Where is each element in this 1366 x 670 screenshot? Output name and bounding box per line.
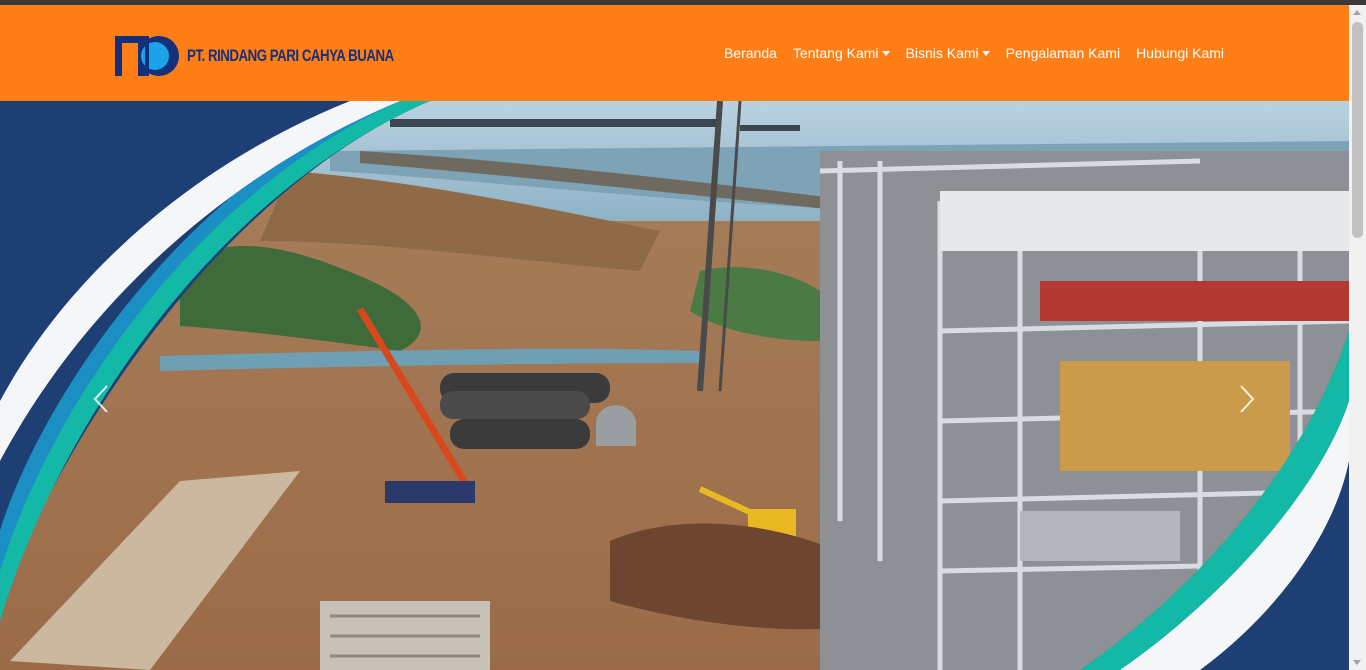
- hero-carousel: [0, 101, 1349, 670]
- nav-item-pengalaman-kami[interactable]: Pengalaman Kami: [1006, 45, 1120, 61]
- nav-item-label: Tentang Kami: [792, 45, 879, 61]
- nav-item-label: Beranda: [723, 45, 777, 61]
- main-navigation: Beranda Tentang Kami Bisnis Kami Pengala…: [724, 5, 1224, 101]
- brand-link[interactable]: PT. RINDANG PARI CAHYA BUANA: [115, 34, 452, 78]
- carousel-slide: [0, 101, 1349, 670]
- chevron-right-icon: [1240, 385, 1255, 413]
- nav-item-hubungi-kami[interactable]: Hubungi Kami: [1136, 45, 1224, 61]
- nav-item-label: Pengalaman Kami: [1005, 45, 1121, 61]
- carousel-prev-button[interactable]: [81, 369, 121, 429]
- carousel-next-button[interactable]: [1227, 369, 1267, 429]
- rpcb-logo-icon: [115, 36, 179, 76]
- nav-item-bisnis-kami[interactable]: Bisnis Kami: [906, 45, 990, 61]
- scroll-down-icon[interactable]: [1353, 660, 1361, 665]
- nav-item-label: Bisnis Kami: [905, 45, 979, 61]
- page-scrollbar[interactable]: [1349, 5, 1366, 670]
- caret-down-icon: [981, 50, 990, 56]
- nav-item-label: Hubungi Kami: [1136, 45, 1224, 61]
- nav-item-beranda[interactable]: Beranda: [724, 45, 777, 61]
- caret-down-icon: [881, 50, 890, 56]
- scroll-up-icon[interactable]: [1353, 10, 1361, 15]
- chevron-left-icon: [93, 385, 108, 413]
- brand-name: PT. RINDANG PARI CAHYA BUANA: [187, 46, 394, 65]
- navbar: PT. RINDANG PARI CAHYA BUANA Beranda Ten…: [0, 5, 1349, 101]
- scrollbar-thumb[interactable]: [1352, 22, 1363, 238]
- nav-item-tentang-kami[interactable]: Tentang Kami: [793, 45, 890, 61]
